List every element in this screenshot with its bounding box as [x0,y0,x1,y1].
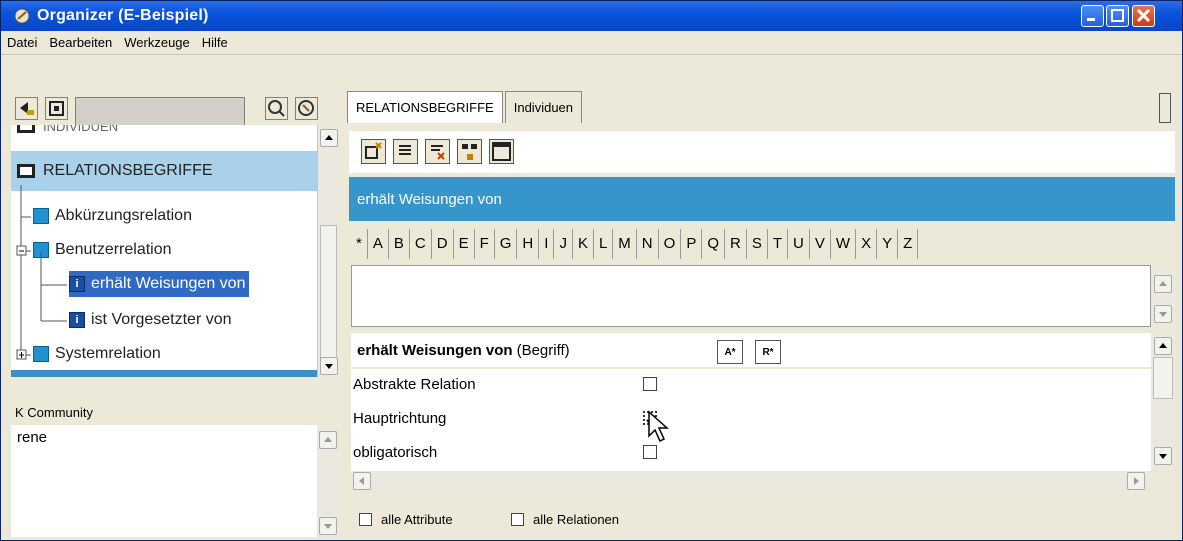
tree-lines [16,185,67,360]
result-scrollbar[interactable] [1151,265,1175,327]
letter-t[interactable]: T [768,229,789,259]
scroll-down-icon[interactable] [1154,447,1172,465]
letter-w[interactable]: W [831,229,857,259]
hierarchy-icon[interactable] [457,139,482,164]
menu-bearbeiten[interactable]: Bearbeiten [43,35,118,50]
tab-individuen[interactable]: Individuen [504,91,583,123]
delete-icon[interactable] [425,139,450,164]
organizer-window: Organizer (E-Beispiel) Datei Bearbeiten … [0,0,1183,541]
letter-u[interactable]: U [788,229,810,259]
community-label: K Community [15,405,94,420]
letter-o[interactable]: O [659,229,682,259]
menu-hilfe[interactable]: Hilfe [196,35,234,50]
toggle-a-button[interactable]: A* [717,340,743,364]
scroll-right-icon[interactable] [1127,472,1145,490]
attribute-label: obligatorisch [353,443,438,461]
letter-z[interactable]: Z [898,229,919,259]
new-concept-icon[interactable] [361,139,386,164]
alpha-result-list[interactable] [351,265,1151,327]
attribute-hscrollbar[interactable] [351,471,1147,491]
app-icon [13,7,31,25]
letter-h[interactable]: H [517,229,540,259]
toggle-r-button[interactable]: R* [755,340,781,364]
alphabet-filter: * A B C D E F G H I J K L M N O P Q R S T U V W X Y Z [351,227,1175,261]
attribute-scrollbar[interactable] [1151,333,1175,471]
letter-n[interactable]: N [637,229,659,259]
letter-q[interactable]: Q [702,229,725,259]
menu-bar: Datei Bearbeiten Werkzeuge Hilfe [1,31,1182,55]
community-item[interactable]: rene [17,429,311,446]
display-options: alle Attribute alle Relationen [351,507,1151,535]
tab-strip: RELATIONSBEGRIFFE Individuen [347,91,584,123]
letter-x[interactable]: X [856,229,878,259]
back-icon[interactable] [15,97,38,120]
letter-k[interactable]: K [573,229,594,259]
close-button[interactable] [1132,5,1155,27]
search-input[interactable] [75,97,245,127]
scroll-up-icon[interactable] [1154,275,1172,293]
letter-p[interactable]: P [681,229,703,259]
scroll-thumb[interactable] [1153,357,1173,399]
scroll-up-icon[interactable] [1154,337,1172,355]
concept-toolbar [349,131,1175,173]
minimize-button[interactable] [1081,5,1104,27]
letter-b[interactable]: B [389,229,410,259]
scroll-down-icon[interactable] [1154,305,1172,323]
letter-all[interactable]: * [351,229,368,259]
scroll-thumb[interactable] [320,225,337,365]
tab-relationsbegriffe[interactable]: RELATIONSBEGRIFFE [347,91,503,123]
alle-attribute-checkbox[interactable] [359,513,372,526]
letter-y[interactable]: Y [877,229,899,259]
letter-f[interactable]: F [475,229,495,259]
maximize-button[interactable] [1106,5,1129,27]
concept-title: erhält Weisungen von [349,177,1175,221]
window-icon[interactable] [489,139,514,164]
attribute-header: erhält Weisungen von (Begriff) [351,333,1151,367]
list-icon[interactable] [393,139,418,164]
menu-werkzeuge[interactable]: Werkzeuge [118,35,196,50]
window-title: Organizer (E-Beispiel) [37,7,209,24]
community-scrollbar[interactable] [317,425,338,537]
letter-c[interactable]: C [410,229,432,259]
panel-handle[interactable] [1159,93,1171,123]
letter-e[interactable]: E [454,229,475,259]
alle-relationen-checkbox[interactable] [511,513,524,526]
home-icon[interactable] [45,97,68,120]
letter-a[interactable]: A [368,229,389,259]
scroll-down-icon[interactable] [319,517,337,535]
attribute-label: Abstrakte Relation [353,375,476,393]
attribute-concept-name: erhält Weisungen von [357,341,513,359]
attribute-list: Abstrakte Relation Hauptrichtung obligat… [351,369,1151,471]
alle-attribute-label: alle Attribute [381,512,453,527]
abstrakte-relation-checkbox[interactable] [643,377,657,391]
letter-g[interactable]: G [495,229,518,259]
letter-d[interactable]: D [432,229,454,259]
scroll-up-icon[interactable] [320,129,338,147]
attribute-concept-type: (Begriff) [516,341,570,359]
letter-l[interactable]: L [594,229,614,259]
letter-j[interactable]: J [554,229,573,259]
letter-i[interactable]: I [539,229,555,259]
alle-relationen-label: alle Relationen [533,512,620,527]
tree-scrollbar[interactable] [317,125,338,377]
scroll-down-icon[interactable] [320,357,338,375]
letter-m[interactable]: M [613,229,637,259]
filter-icon[interactable] [295,97,318,120]
scroll-up-icon[interactable] [319,431,337,449]
obligatorisch-checkbox[interactable] [643,445,657,459]
letter-v[interactable]: V [810,229,831,259]
mouse-cursor-icon [648,410,669,443]
concept-tree: INDIVIDUEN RELATIONSBEGRIFFE Abkürzungsr… [11,125,317,377]
zoom-icon[interactable] [265,97,288,120]
attribute-label: Hauptrichtung [353,409,447,427]
scroll-left-icon[interactable] [353,472,371,490]
community-list: rene [11,425,317,537]
title-bar[interactable]: Organizer (E-Beispiel) [1,1,1182,31]
letter-s[interactable]: S [747,229,768,259]
menu-datei[interactable]: Datei [1,35,43,50]
letter-r[interactable]: R [725,229,747,259]
